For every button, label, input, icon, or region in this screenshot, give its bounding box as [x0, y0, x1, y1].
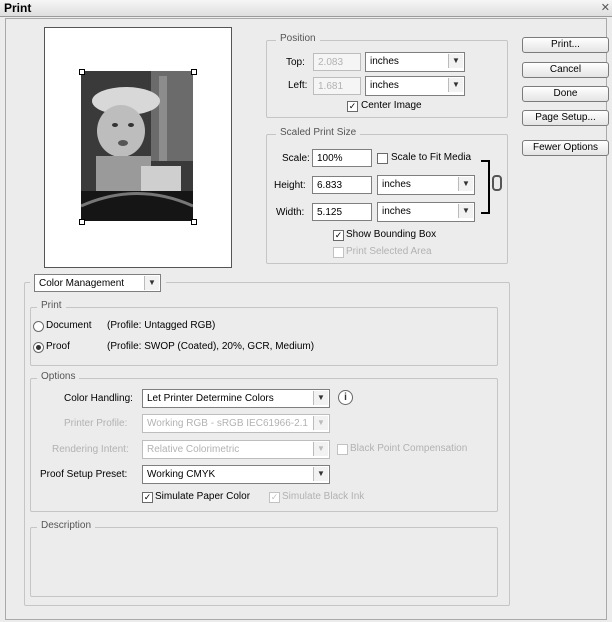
printer-profile-label: Printer Profile:	[64, 418, 128, 429]
rendering-intent-value: Relative Colorimetric	[147, 444, 240, 455]
cancel-button[interactable]: Cancel	[522, 62, 609, 78]
simulate-paper-checkbox[interactable]: ✓	[142, 492, 153, 503]
checkmark-icon: ✓	[334, 230, 343, 240]
window-title: Print	[4, 1, 32, 15]
left-unit-value: inches	[370, 80, 399, 91]
checkmark-icon: ✓	[143, 492, 152, 502]
simulate-black-label: Simulate Black Ink	[282, 491, 365, 502]
chevron-down-icon: ▼	[448, 54, 463, 68]
link-bracket	[481, 160, 490, 214]
rendering-intent-select[interactable]: Relative Colorimetric ▼	[142, 440, 330, 459]
chevron-down-icon: ▼	[448, 78, 463, 92]
proof-preset-select[interactable]: Working CMYK ▼	[142, 465, 330, 484]
top-unit-value: inches	[370, 56, 399, 67]
width-label: Width:	[276, 207, 305, 218]
color-handling-select[interactable]: Let Printer Determine Colors ▼	[142, 389, 330, 408]
top-unit-select[interactable]: inches ▼	[365, 52, 465, 72]
print-selected-checkbox[interactable]	[333, 247, 344, 258]
top-label: Top:	[286, 57, 305, 68]
black-point-label: Black Point Compensation	[350, 443, 468, 454]
scale-to-fit-checkbox[interactable]	[377, 153, 388, 164]
rendering-intent-label: Rendering Intent:	[52, 444, 129, 455]
crop-handle[interactable]	[191, 219, 197, 225]
scale-label: Scale:	[282, 153, 310, 164]
proof-profile: (Profile: SWOP (Coated), 20%, GCR, Mediu…	[107, 341, 315, 352]
chevron-down-icon: ▼	[458, 204, 473, 218]
print-selected-label: Print Selected Area	[346, 246, 432, 257]
width-unit-value: inches	[382, 206, 411, 217]
height-unit-select[interactable]: inches ▼	[377, 175, 475, 195]
center-image-checkbox[interactable]: ✓	[347, 101, 358, 112]
chain-link-icon[interactable]	[492, 175, 502, 191]
scale-input[interactable]: 100%	[312, 149, 372, 167]
show-bbox-label: Show Bounding Box	[346, 229, 437, 240]
height-input[interactable]: 6.833	[312, 176, 372, 194]
crop-handle[interactable]	[79, 219, 85, 225]
chevron-down-icon: ▼	[313, 391, 328, 405]
printer-profile-select[interactable]: Working RGB - sRGB IEC61966-2.1 ▼	[142, 414, 330, 433]
crop-handle[interactable]	[79, 69, 85, 75]
left-label: Left:	[288, 80, 308, 91]
proof-label: Proof	[46, 341, 70, 352]
checkmark-icon: ✓	[270, 492, 279, 502]
close-icon[interactable]: ✕	[601, 1, 610, 14]
fewer-options-button[interactable]: Fewer Options	[522, 140, 609, 156]
top-input[interactable]: 2.083	[313, 53, 361, 71]
proof-preset-label: Proof Setup Preset:	[40, 469, 128, 480]
chevron-down-icon: ▼	[144, 276, 159, 290]
left-input[interactable]: 1.681	[313, 77, 361, 95]
checkmark-icon: ✓	[348, 101, 357, 111]
width-unit-select[interactable]: inches ▼	[377, 202, 475, 222]
chevron-down-icon: ▼	[313, 416, 328, 430]
document-radio[interactable]	[33, 321, 44, 332]
print-source-group	[30, 307, 498, 366]
simulate-black-checkbox[interactable]: ✓	[269, 492, 280, 503]
preview-photo[interactable]	[81, 71, 193, 221]
height-unit-value: inches	[382, 179, 411, 190]
photo-image	[81, 71, 193, 221]
page-setup-button[interactable]: Page Setup...	[522, 110, 609, 126]
options-legend: Options	[37, 371, 80, 382]
proof-preset-value: Working CMYK	[147, 469, 216, 480]
scaled-legend: Scaled Print Size	[276, 127, 361, 138]
crop-handle[interactable]	[191, 69, 197, 75]
width-input[interactable]: 5.125	[312, 203, 372, 221]
print-source-legend: Print	[37, 300, 66, 311]
center-image-label: Center Image	[361, 100, 422, 111]
color-handling-value: Let Printer Determine Colors	[147, 393, 274, 404]
color-handling-label: Color Handling:	[64, 393, 133, 404]
position-legend: Position	[276, 33, 320, 44]
chevron-down-icon: ▼	[458, 177, 473, 191]
scale-to-fit-label: Scale to Fit Media	[391, 152, 472, 163]
black-point-checkbox[interactable]	[337, 444, 348, 455]
color-management-select[interactable]: Color Management ▼	[34, 274, 161, 292]
show-bbox-checkbox[interactable]: ✓	[333, 230, 344, 241]
document-profile: (Profile: Untagged RGB)	[107, 320, 216, 331]
document-label: Document	[46, 320, 92, 331]
printer-profile-value: Working RGB - sRGB IEC61966-2.1	[147, 418, 308, 429]
description-group	[30, 527, 498, 597]
chevron-down-icon: ▼	[313, 442, 328, 456]
height-label: Height:	[274, 180, 306, 191]
title-bar	[0, 0, 612, 17]
chevron-down-icon: ▼	[313, 467, 328, 481]
done-button[interactable]: Done	[522, 86, 609, 102]
info-icon[interactable]: i	[338, 390, 353, 405]
simulate-paper-label: Simulate Paper Color	[155, 491, 251, 502]
print-button[interactable]: Print...	[522, 37, 609, 53]
description-legend: Description	[37, 520, 96, 531]
color-management-value: Color Management	[39, 278, 125, 289]
proof-radio[interactable]	[33, 342, 44, 353]
left-unit-select[interactable]: inches ▼	[365, 76, 465, 96]
